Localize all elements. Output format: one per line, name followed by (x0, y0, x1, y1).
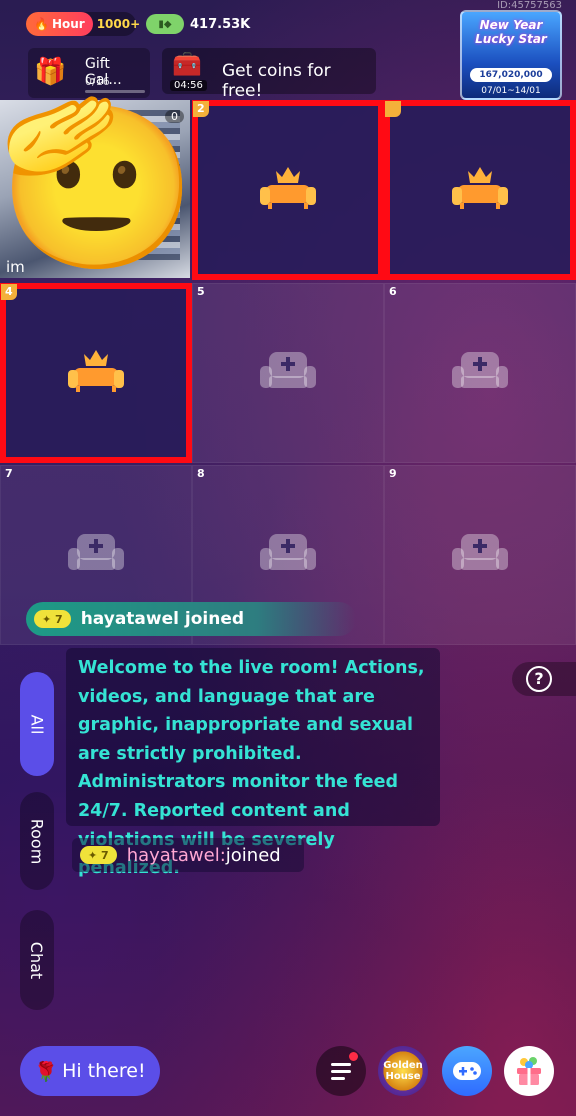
chat-join-message: ✦ 7 hayatawel: joined (72, 838, 304, 872)
user-joined-banner: ✦ 7 hayatawel joined (26, 602, 356, 636)
add-seat-sofa-icon (449, 346, 511, 400)
seat-9[interactable]: 9 (384, 465, 576, 645)
seat-number: 4 (1, 284, 17, 300)
gamepad-icon (453, 1062, 481, 1080)
golden-house-label: Golden House (383, 1060, 423, 1082)
rose-icon: 🌹 (34, 1060, 59, 1083)
user-level: 7 (101, 848, 109, 862)
menu-button[interactable] (316, 1046, 366, 1096)
user-level-badge: ✦ 7 (34, 610, 71, 628)
add-seat-sofa-icon (449, 528, 511, 582)
chat-username[interactable]: hayatawel: (127, 845, 226, 866)
tab-chat-label: Chat (27, 941, 47, 979)
tab-room[interactable]: Room (20, 792, 54, 890)
treasure-chest-icon: 🧰 (172, 50, 202, 78)
coins-value: 417.53K (190, 16, 251, 32)
tab-chat[interactable]: Chat (20, 910, 54, 1010)
notification-dot (349, 1052, 358, 1061)
gift-button[interactable] (504, 1046, 554, 1096)
fire-icon: 🔥 (34, 17, 49, 31)
seat-5[interactable]: 5 (192, 283, 384, 463)
hour-tag: 🔥 Hour (26, 12, 93, 36)
hi-there-button[interactable]: 🌹 Hi there! (20, 1046, 160, 1096)
seat-4[interactable]: 4 (0, 283, 192, 463)
add-seat-sofa-icon (65, 528, 127, 582)
add-seat-sofa-icon (257, 346, 319, 400)
event-dates: 07/01~14/01 (481, 86, 541, 96)
coins-pill[interactable]: ▮◆ 417.53K (146, 12, 266, 36)
hour-ranking-pill[interactable]: 🔥 Hour 1000+ (26, 12, 140, 36)
tab-all[interactable]: All (20, 672, 54, 776)
chat-message-text: joined (225, 844, 281, 866)
tab-room-label: Room (27, 818, 47, 864)
joined-text: hayatawel joined (80, 609, 245, 629)
crown-sofa-icon (64, 346, 128, 400)
seat-3[interactable] (384, 100, 576, 280)
seat-number: 9 (389, 467, 397, 480)
seat-number (385, 101, 401, 117)
seat-number: 5 (197, 285, 205, 298)
seat-number: 7 (5, 467, 13, 480)
crown-sofa-icon (256, 163, 320, 217)
free-coins-button[interactable]: 🧰 04:56 Get coins for free! (162, 48, 376, 101)
coin-stack-icon: ▮◆ (146, 14, 184, 34)
tab-all-label: All (27, 714, 47, 734)
lucky-star-event-banner[interactable]: New Year Lucky Star 167,020,000 07/01~14… (460, 10, 562, 100)
seat-number: 2 (193, 101, 209, 117)
event-title: New Year Lucky Star (475, 18, 547, 46)
add-seat-sofa-icon (257, 528, 319, 582)
help-button[interactable]: ? (512, 662, 576, 696)
event-amount: 167,020,000 (470, 68, 552, 82)
game-button[interactable] (442, 1046, 492, 1096)
user-level-badge: ✦ 7 (80, 846, 117, 864)
free-coins-label: Get coins for free! (222, 61, 331, 101)
seat-2[interactable]: 2 (192, 100, 384, 280)
menu-icon (331, 1063, 351, 1080)
saluting-face-sticker: 🫡 (0, 90, 198, 277)
hour-value: 1000+ (96, 17, 141, 31)
golden-house-button[interactable]: Golden House (378, 1046, 428, 1096)
question-icon: ? (526, 666, 552, 692)
crown-sofa-icon (448, 163, 512, 217)
gift-icon (517, 1057, 541, 1085)
seat-number: 8 (197, 467, 205, 480)
user-level: 7 (55, 612, 63, 626)
hi-there-label: Hi there! (62, 1060, 146, 1082)
hour-label: Hour (51, 17, 85, 31)
seat-number: 6 (389, 285, 397, 298)
welcome-message: Welcome to the live room! Actions, video… (66, 648, 440, 878)
seat-6[interactable]: 6 (384, 283, 576, 463)
